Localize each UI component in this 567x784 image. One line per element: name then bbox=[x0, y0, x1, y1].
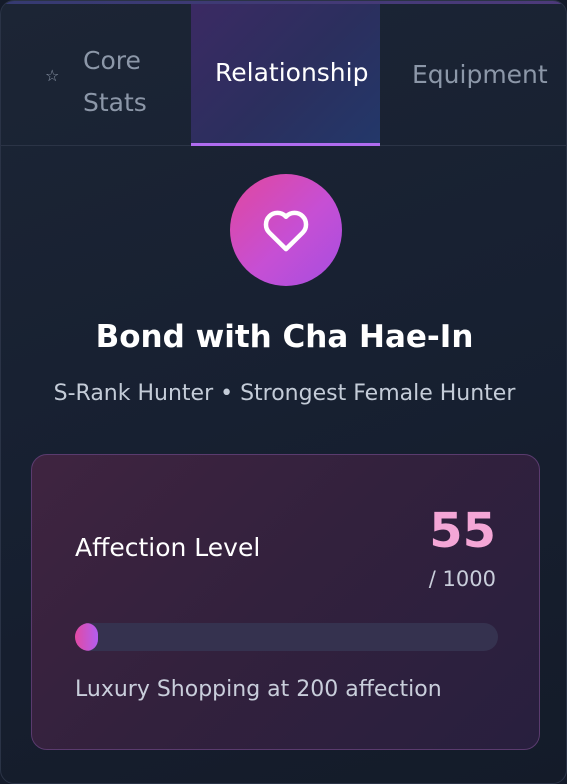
tab-equipment-label: Equipment bbox=[412, 60, 548, 89]
affection-value: 55 bbox=[429, 503, 496, 559]
affection-card: Affection Level 55 / 1000 Luxury Shoppin… bbox=[31, 454, 540, 750]
tab-relationship[interactable]: Relationship bbox=[191, 4, 380, 146]
tab-equipment[interactable]: Equipment bbox=[380, 4, 566, 145]
affection-label: Affection Level bbox=[75, 533, 261, 562]
tab-core-stats-label: Core Stats bbox=[83, 46, 147, 117]
affection-progress-fill bbox=[75, 623, 99, 651]
affection-max: / 1000 bbox=[428, 567, 496, 591]
bond-subtitle: S-Rank Hunter • Strongest Female Hunter bbox=[53, 381, 516, 406]
bond-title: Bond with Cha Hae-In bbox=[95, 319, 474, 355]
tab-bar: ☆ Core Stats Relationship Equipment bbox=[1, 4, 566, 146]
star-icon: ☆ bbox=[45, 66, 60, 85]
character-panel: ☆ Core Stats Relationship Equipment Bond… bbox=[0, 0, 567, 784]
next-milestone-text: Luxury Shopping at 200 affection bbox=[75, 677, 442, 702]
active-tab-indicator bbox=[191, 143, 380, 146]
affection-progress-bar bbox=[75, 623, 498, 651]
heart-icon bbox=[263, 210, 309, 252]
tab-relationship-label: Relationship bbox=[215, 58, 369, 87]
relationship-avatar bbox=[230, 174, 342, 286]
tab-core-stats[interactable]: ☆ Core Stats bbox=[1, 4, 191, 145]
